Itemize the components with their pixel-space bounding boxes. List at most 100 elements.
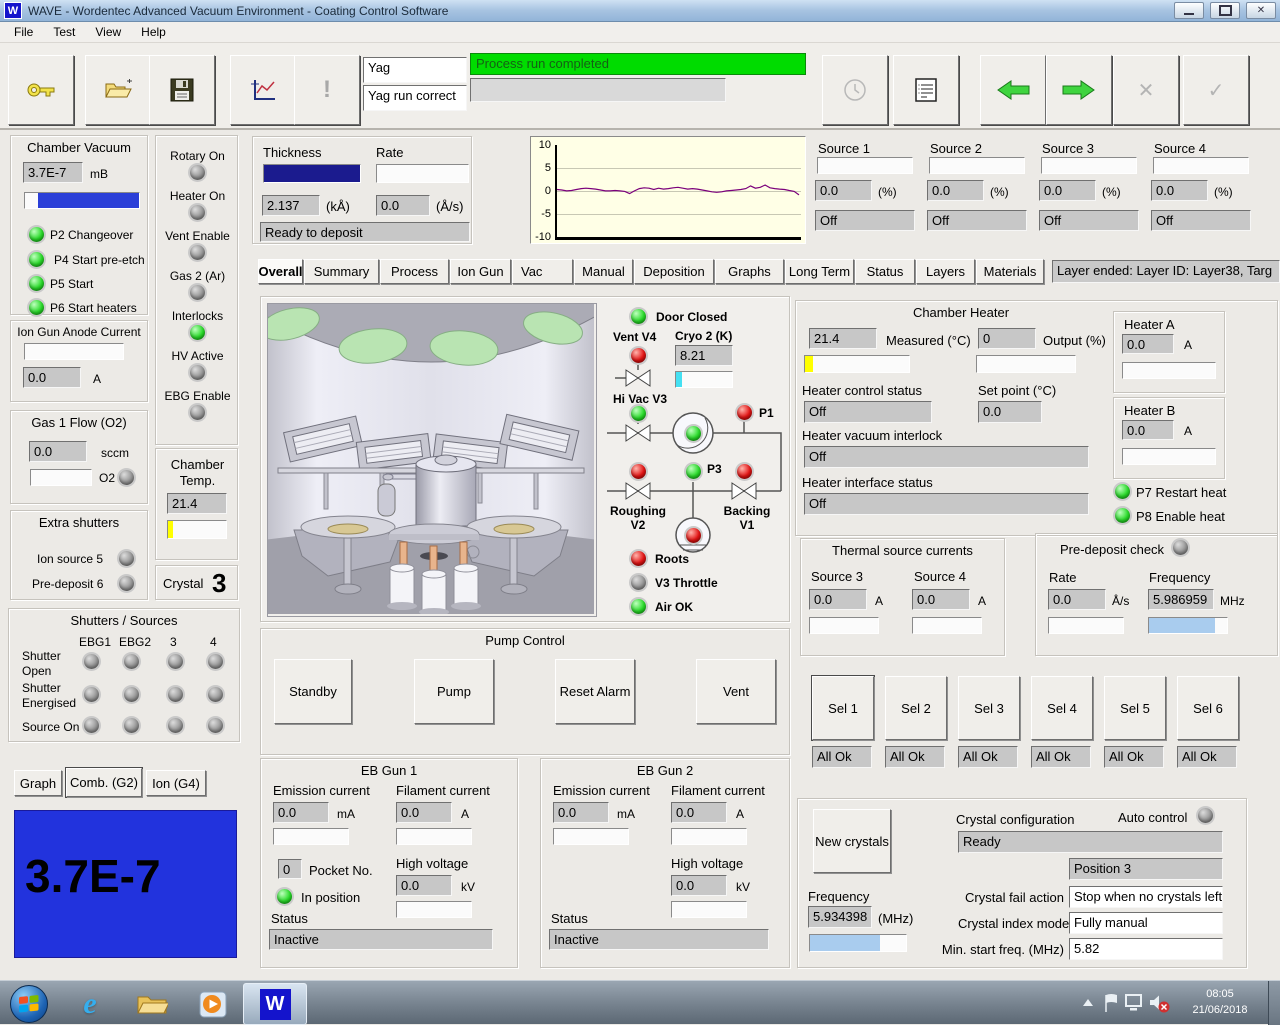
taskbar-clock[interactable]: 08:05 21/06/2018 xyxy=(1178,986,1262,1018)
source-on-3-led xyxy=(168,718,183,733)
gas2-ar-led xyxy=(190,285,205,300)
tab-graphs[interactable]: Graphs xyxy=(715,259,784,284)
tab-manual[interactable]: Manual xyxy=(574,259,633,284)
file-explorer-icon[interactable] xyxy=(134,989,170,1019)
save-button[interactable] xyxy=(149,55,215,125)
confirm-button[interactable]: ✓ xyxy=(1183,55,1249,125)
graph-setup-button[interactable] xyxy=(230,55,296,125)
thermal-source3-bar xyxy=(809,617,879,634)
ion-source5-led xyxy=(119,551,134,566)
eb1-status-value: Inactive xyxy=(269,929,493,950)
menu-test[interactable]: Test xyxy=(43,23,85,41)
clock-time: 08:05 xyxy=(1178,986,1262,1002)
sel1-status: All Ok xyxy=(812,746,872,768)
taskbar-wave-button[interactable]: W xyxy=(243,983,307,1025)
menu-view[interactable]: View xyxy=(85,23,131,41)
alert-button[interactable]: ! xyxy=(294,55,360,125)
tab-summary[interactable]: Summary xyxy=(304,259,379,284)
eb1-emission-unit: mA xyxy=(337,807,355,821)
eb2-emission-value: 0.0 xyxy=(553,802,609,823)
p7-restart-heat-led xyxy=(1115,484,1130,499)
report-button[interactable] xyxy=(893,55,959,125)
predeposit-freq-bar xyxy=(1148,617,1228,634)
p3-label: P3 xyxy=(707,462,722,476)
tab-long-term[interactable]: Long Term xyxy=(785,259,854,284)
menu-file[interactable]: File xyxy=(4,23,43,41)
open-button[interactable] xyxy=(85,55,151,125)
shutter-energised-4-led xyxy=(208,687,223,702)
tab-comb-g2[interactable]: Comb. (G2) xyxy=(66,768,142,797)
wave-app-icon: W xyxy=(260,989,291,1020)
window-title: WAVE - Wordentec Advanced Vacuum Environ… xyxy=(28,4,448,18)
crystal-indicator-group: Crystal 3 xyxy=(155,565,238,600)
vent-button[interactable]: Vent xyxy=(696,659,776,724)
p7-restart-heat-label: P7 Restart heat xyxy=(1136,485,1226,500)
door-closed-label: Door Closed xyxy=(656,310,727,324)
sel3-button[interactable]: Sel 3 xyxy=(958,676,1020,740)
internet-explorer-icon[interactable]: e xyxy=(72,989,108,1019)
start-button[interactable] xyxy=(10,985,48,1023)
heater-on-label: Heater On xyxy=(156,189,239,203)
tab-materials[interactable]: Materials xyxy=(976,259,1044,284)
min-start-freq-field[interactable]: 5.82 xyxy=(1069,938,1223,960)
tab-process[interactable]: Process xyxy=(380,259,449,284)
sel2-button[interactable]: Sel 2 xyxy=(885,676,947,740)
pump-button[interactable]: Pump xyxy=(414,659,494,724)
tray-icons[interactable] xyxy=(1078,991,1172,1015)
sel5-button[interactable]: Sel 5 xyxy=(1104,676,1166,740)
gas1-flow-group: Gas 1 Flow (O2) 0.0 sccm O2 xyxy=(10,410,148,504)
shutter-energised-ebg1-led xyxy=(84,687,99,702)
eb1-filament-unit: A xyxy=(461,807,469,821)
crystal-index-label: Crystal index mode xyxy=(958,916,1064,931)
cryo-bar xyxy=(675,371,733,388)
vacuum-big-display: 3.7E-7 xyxy=(14,810,237,958)
menu-help[interactable]: Help xyxy=(131,23,176,41)
hi-vac-v3-label: Hi Vac V3 xyxy=(613,392,667,406)
tab-vac[interactable]: Vac xyxy=(512,259,573,284)
tab-status[interactable]: Status xyxy=(855,259,915,284)
door-closed-led xyxy=(631,309,646,324)
chamber-vacuum-group: Chamber Vacuum 3.7E-7 mB P2 Changeover P… xyxy=(10,135,148,315)
timer-button[interactable] xyxy=(822,55,888,125)
process-name-field[interactable]: Yag xyxy=(363,57,467,83)
tab-layers[interactable]: Layers xyxy=(916,259,975,284)
tab-overall[interactable]: Overall xyxy=(258,259,303,284)
tab-graph[interactable]: Graph xyxy=(14,770,62,796)
sel1-button[interactable]: Sel 1 xyxy=(812,676,874,740)
tab-ion-gun[interactable]: Ion Gun xyxy=(450,259,511,284)
gas1-aux-label: O2 xyxy=(99,471,115,485)
roughing-label: RoughingV2 xyxy=(607,504,669,532)
source1-percent: 0.0 xyxy=(815,180,872,201)
show-desktop-button[interactable] xyxy=(1268,981,1280,1025)
sel6-button[interactable]: Sel 6 xyxy=(1177,676,1239,740)
sel6-status: All Ok xyxy=(1177,746,1237,768)
standby-button[interactable]: Standby xyxy=(274,659,352,724)
new-crystals-button[interactable]: New crystals xyxy=(813,809,891,873)
predeposit-freq-unit: MHz xyxy=(1220,594,1245,608)
vent-enable-label: Vent Enable xyxy=(156,229,239,243)
chamber-vacuum-bar xyxy=(24,192,140,209)
next-layer-button[interactable] xyxy=(1046,55,1112,125)
eb1-filament-bar xyxy=(396,828,472,845)
p8-enable-heat-label: P8 Enable heat xyxy=(1136,509,1225,524)
crystal-index-field[interactable]: Fully manual xyxy=(1069,912,1223,934)
heater-interface-value: Off xyxy=(804,493,1089,515)
close-button[interactable]: ✕ xyxy=(1246,2,1276,19)
media-player-icon[interactable] xyxy=(196,989,230,1019)
vacuum-big-display-value: 3.7E-7 xyxy=(25,849,161,903)
sel4-button[interactable]: Sel 4 xyxy=(1031,676,1093,740)
process-note-field[interactable]: Yag run correct xyxy=(363,85,467,111)
crystal-fail-field[interactable]: Stop when no crystals left xyxy=(1069,886,1223,908)
tab-ion-g4[interactable]: Ion (G4) xyxy=(146,770,206,796)
col-ebg2: EBG2 xyxy=(119,635,151,649)
eb2-status-label: Status xyxy=(551,911,588,926)
reset-alarm-button[interactable]: Reset Alarm xyxy=(555,659,635,724)
previous-layer-button[interactable] xyxy=(980,55,1046,125)
key-button[interactable] xyxy=(8,55,74,125)
source3-panel: Source 3 0.0 (%) Off xyxy=(1039,135,1141,235)
minimize-button[interactable] xyxy=(1174,2,1204,19)
maximize-button[interactable] xyxy=(1210,2,1240,19)
abort-button[interactable]: ✕ xyxy=(1113,55,1179,125)
tab-deposition[interactable]: Deposition xyxy=(634,259,714,284)
heater-output-label: Output (%) xyxy=(1043,333,1106,348)
